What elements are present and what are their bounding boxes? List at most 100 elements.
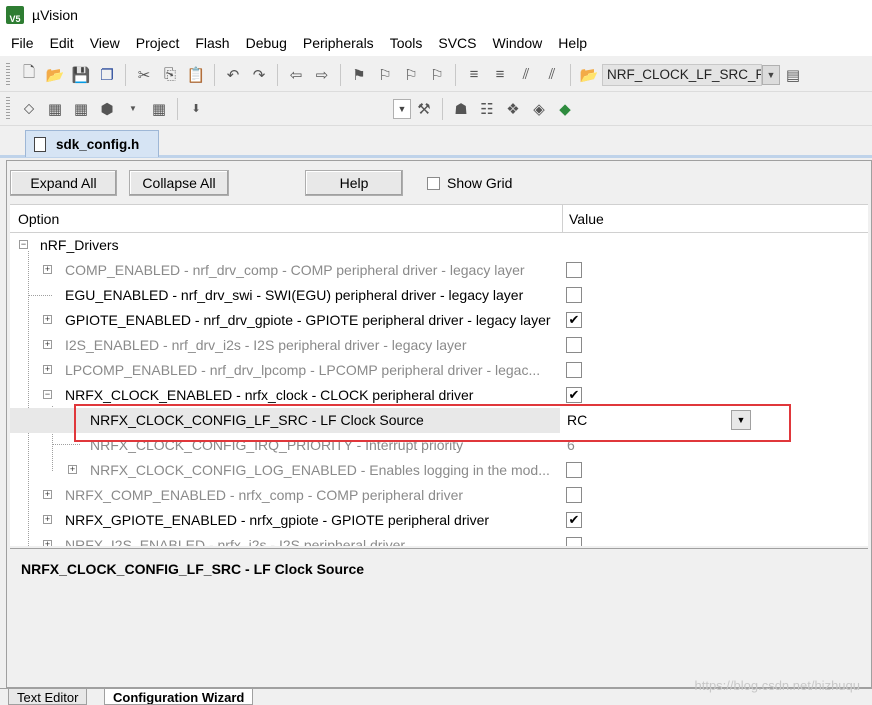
stop-build-icon[interactable]: ▦ xyxy=(149,99,169,119)
save-icon[interactable]: 💾 xyxy=(71,65,91,85)
navigate-forward-icon[interactable]: ⇨ xyxy=(312,65,332,85)
tree-row[interactable]: + NRFX_GPIOTE_ENABLED - nrfx_gpiote - GP… xyxy=(10,508,868,533)
help-button[interactable]: Help xyxy=(305,170,403,196)
option-checkbox[interactable] xyxy=(566,462,582,478)
target-select-dropdown-icon[interactable]: ▼ xyxy=(393,98,411,119)
build-icon[interactable]: ▦ xyxy=(45,99,65,119)
uncomment-icon[interactable]: ⫽ xyxy=(542,65,562,85)
column-separator[interactable] xyxy=(562,205,563,233)
find-combo[interactable]: NRF_CLOCK_LF_SRC_RC xyxy=(602,63,762,86)
option-value[interactable]: RC xyxy=(567,412,587,428)
paste-icon[interactable]: 📋 xyxy=(186,65,206,85)
tab-sdk-config[interactable]: sdk_config.h xyxy=(25,130,159,157)
menu-help[interactable]: Help xyxy=(550,35,595,51)
menu-file[interactable]: File xyxy=(3,35,42,51)
batch-dropdown-icon[interactable]: ▼ xyxy=(123,99,143,119)
indent-icon[interactable]: ≡ xyxy=(464,65,484,85)
unindent-icon[interactable]: ≡ xyxy=(490,65,510,85)
tree-row[interactable]: + NRFX_CLOCK_CONFIG_LOG_ENABLED - Enable… xyxy=(10,458,868,483)
collapse-node-icon[interactable]: − xyxy=(19,240,28,249)
menu-svcs[interactable]: SVCS xyxy=(430,35,484,51)
open-file-icon[interactable]: 📂 xyxy=(45,65,65,85)
document-icon xyxy=(34,136,46,152)
option-checkbox[interactable] xyxy=(566,262,582,278)
menu-view[interactable]: View xyxy=(82,35,128,51)
option-checkbox[interactable] xyxy=(566,362,582,378)
value-dropdown-icon[interactable]: ▼ xyxy=(731,410,751,430)
tree-row[interactable]: + NRFX_I2S_ENABLED - nrfx_i2s - I2S peri… xyxy=(10,533,868,546)
collapse-node-icon[interactable]: − xyxy=(43,390,52,399)
expand-node-icon[interactable]: + xyxy=(43,490,52,499)
navigate-back-icon[interactable]: ⇦ xyxy=(286,65,306,85)
bookmark-prev-icon[interactable]: ⚐ xyxy=(375,65,395,85)
menu-tools[interactable]: Tools xyxy=(382,35,431,51)
option-checkbox-checked[interactable]: ✔ xyxy=(566,387,582,403)
find-icon[interactable]: ▤ xyxy=(783,65,803,85)
collapse-all-button[interactable]: Collapse All xyxy=(129,170,229,196)
target-options-icon[interactable]: ⚒ xyxy=(414,99,434,119)
options-tree: − nRF_Drivers + COMP_ENABLED - nrf_drv_c… xyxy=(10,233,868,546)
column-header-option[interactable]: Option xyxy=(18,211,59,227)
expand-node-icon[interactable]: + xyxy=(43,340,52,349)
show-grid-checkbox[interactable] xyxy=(427,176,440,190)
find-combo-dropdown-icon[interactable]: ▼ xyxy=(762,64,780,85)
rebuild-icon[interactable]: ▦ xyxy=(71,99,91,119)
save-all-icon[interactable]: ❐ xyxy=(97,65,117,85)
tree-row[interactable]: + COMP_ENABLED - nrf_drv_comp - COMP per… xyxy=(10,258,868,283)
expand-node-icon[interactable]: + xyxy=(43,540,52,546)
copy-icon[interactable]: ⎘ xyxy=(160,65,180,85)
expand-all-button[interactable]: Expand All xyxy=(10,170,117,196)
tree-row[interactable]: EGU_ENABLED - nrf_drv_swi - SWI(EGU) per… xyxy=(10,283,868,308)
translate-icon[interactable]: ⬦ xyxy=(19,99,39,119)
column-header-value[interactable]: Value xyxy=(569,211,604,227)
toolbar-grip[interactable] xyxy=(6,62,10,87)
menu-project[interactable]: Project xyxy=(128,35,188,51)
cut-icon[interactable]: ✂ xyxy=(134,65,154,85)
expand-node-icon[interactable]: + xyxy=(43,365,52,374)
comment-icon[interactable]: ⫽ xyxy=(516,65,536,85)
tree-row[interactable]: + GPIOTE_ENABLED - nrf_drv_gpiote - GPIO… xyxy=(10,308,868,333)
batch-build-icon[interactable]: ⬢ xyxy=(97,99,117,119)
expand-node-icon[interactable]: + xyxy=(68,465,77,474)
manage-rte-icon[interactable]: ❖ xyxy=(503,99,523,119)
tree-row[interactable]: + NRFX_COMP_ENABLED - nrfx_comp - COMP p… xyxy=(10,483,868,508)
expand-node-icon[interactable]: + xyxy=(43,265,52,274)
expand-node-icon[interactable]: + xyxy=(43,315,52,324)
select-packs-icon[interactable]: ◈ xyxy=(529,99,549,119)
menu-window[interactable]: Window xyxy=(485,35,551,51)
undo-icon[interactable]: ↶ xyxy=(223,65,243,85)
option-checkbox-checked[interactable]: ✔ xyxy=(566,312,582,328)
tree-row-selected[interactable]: NRFX_CLOCK_CONFIG_LF_SRC - LF Clock Sour… xyxy=(10,408,868,433)
tab-configuration-wizard[interactable]: Configuration Wizard xyxy=(104,689,254,705)
tree-row[interactable]: NRFX_CLOCK_CONFIG_IRQ_PRIORITY - Interru… xyxy=(10,433,868,458)
bookmark-next-icon[interactable]: ⚐ xyxy=(401,65,421,85)
option-value[interactable]: 6 xyxy=(567,437,575,453)
option-checkbox[interactable] xyxy=(566,287,582,303)
find-in-files-icon[interactable]: 📂 xyxy=(579,65,599,85)
menu-edit[interactable]: Edit xyxy=(42,35,82,51)
option-checkbox-checked[interactable]: ✔ xyxy=(566,512,582,528)
tree-row[interactable]: + I2S_ENABLED - nrf_drv_i2s - I2S periph… xyxy=(10,333,868,358)
download-load-icon[interactable]: ⬇ xyxy=(186,99,206,119)
bookmark-icon[interactable]: ⚑ xyxy=(349,65,369,85)
bookmark-clear-icon[interactable]: ⚐ xyxy=(427,65,447,85)
tree-row[interactable]: + LPCOMP_ENABLED - nrf_drv_lpcomp - LPCO… xyxy=(10,358,868,383)
menu-debug[interactable]: Debug xyxy=(238,35,295,51)
menu-flash[interactable]: Flash xyxy=(187,35,237,51)
manage-project-items-icon[interactable]: ☗ xyxy=(451,99,471,119)
new-file-icon[interactable]: 🗋 xyxy=(19,64,39,85)
file-extensions-icon[interactable]: ☷ xyxy=(477,99,497,119)
option-checkbox[interactable] xyxy=(566,487,582,503)
tree-row-root[interactable]: − nRF_Drivers xyxy=(10,233,868,258)
toolbar-separator xyxy=(455,63,456,86)
menu-peripherals[interactable]: Peripherals xyxy=(295,35,382,51)
show-grid-option[interactable]: Show Grid xyxy=(427,175,512,191)
tab-text-editor[interactable]: Text Editor xyxy=(8,689,88,705)
tree-row[interactable]: − NRFX_CLOCK_ENABLED - nrfx_clock - CLOC… xyxy=(10,383,868,408)
pack-installer-icon[interactable]: ◆ xyxy=(555,99,575,119)
toolbar-grip[interactable] xyxy=(6,96,10,121)
option-checkbox[interactable] xyxy=(566,537,582,546)
redo-icon[interactable]: ↷ xyxy=(249,65,269,85)
option-checkbox[interactable] xyxy=(566,337,582,353)
expand-node-icon[interactable]: + xyxy=(43,515,52,524)
